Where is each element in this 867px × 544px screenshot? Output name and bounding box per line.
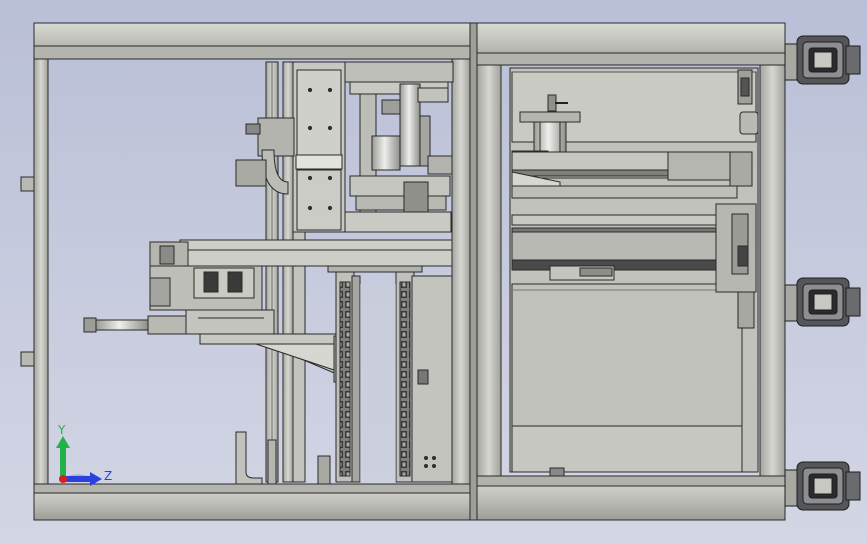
pneumatic-cylinder: [83, 309, 275, 335]
right-compartment: [509, 67, 759, 477]
caster-wheel-bottom: [784, 461, 861, 511]
caster-wheels: [784, 35, 861, 511]
x-axis-dot: [59, 475, 67, 483]
y-axis-arrow: [56, 436, 70, 478]
z-axis-label: Z: [104, 469, 112, 483]
machine-drawing: Y Z: [20, 22, 861, 521]
y-axis-label: Y: [57, 423, 66, 437]
caster-wheel-top: [784, 35, 861, 85]
cad-viewport[interactable]: Y Z: [0, 0, 867, 544]
coordinate-triad: Y Z: [56, 423, 112, 486]
left-compartment: [83, 61, 454, 485]
caster-wheel-middle: [784, 277, 861, 327]
